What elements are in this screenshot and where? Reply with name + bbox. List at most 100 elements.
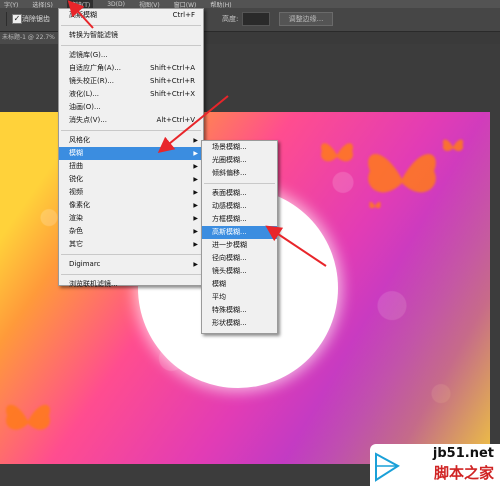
menu-bar: 字(Y) 选择(S) 滤镜(T) 3D(D) 视图(V) 窗口(W) 帮助(H)	[0, 0, 500, 8]
menubar-item[interactable]: 滤镜(T)	[66, 0, 94, 8]
menu-separator	[61, 25, 201, 26]
menu-item[interactable]: 方框模糊...	[202, 213, 277, 226]
menu-item-shortcut: Shift+Ctrl+A	[150, 64, 195, 72]
menu-item[interactable]: 液化(L)... Shift+Ctrl+X	[59, 88, 203, 101]
menu-item[interactable]: 风格化 ▶	[59, 134, 203, 147]
menu-item-label: 表面模糊...	[212, 189, 247, 197]
options-separator	[6, 12, 7, 26]
canvas-margin	[490, 112, 500, 464]
watermark: jb51.net 脚本之家	[370, 444, 500, 486]
height-label: 高度:	[222, 15, 239, 23]
menu-item-label: 镜头校正(R)...	[69, 77, 115, 85]
menu-item-label: 渲染	[69, 214, 83, 222]
menubar-item[interactable]: 字(Y)	[4, 0, 18, 9]
menu-item-label: 液化(L)...	[69, 90, 100, 98]
menu-item-label: 风格化	[69, 136, 90, 144]
butterfly-shape	[369, 201, 381, 209]
menu-item-label: 高斯模糊	[69, 11, 97, 19]
menu-item[interactable]: 特殊模糊...	[202, 304, 277, 317]
menu-item-label: 模糊	[69, 149, 83, 157]
watermark-site-name: 脚本之家	[433, 464, 494, 482]
menu-item[interactable]: 渲染 ▶	[59, 212, 203, 225]
menu-item[interactable]: 表面模糊...	[202, 187, 277, 200]
menu-item-label: 进一步模糊	[212, 241, 247, 249]
butterfly-shape	[6, 404, 50, 430]
menu-item[interactable]: 平均	[202, 291, 277, 304]
menu-item[interactable]: 场景模糊...	[202, 141, 277, 154]
menu-item-label: 特殊模糊...	[212, 306, 247, 314]
menu-separator	[204, 183, 275, 184]
menu-item[interactable]: 像素化 ▶	[59, 199, 203, 212]
menu-item[interactable]: 高斯模糊...	[202, 226, 277, 239]
menu-item-label: 浏览联机滤镜...	[69, 280, 118, 288]
menu-item[interactable]: 转换为智能滤镜	[59, 29, 203, 42]
menu-item[interactable]: 视频 ▶	[59, 186, 203, 199]
menu-separator	[61, 45, 201, 46]
menu-item-label: 自适应广角(A)...	[69, 64, 121, 72]
submenu-arrow-icon: ▶	[193, 189, 198, 196]
adjust-edge-button[interactable]: 调整边缘...	[279, 12, 333, 26]
butterfly-shape	[442, 139, 464, 151]
watermark-url: jb51.net	[432, 446, 494, 461]
menu-separator	[61, 274, 201, 275]
menu-item-label: 其它	[69, 240, 83, 248]
blur-submenu: 场景模糊... 光圈模糊... 倾斜偏移... 表面模糊... 动感模糊... 方框模糊.…	[201, 140, 278, 334]
menu-item[interactable]: 模糊	[202, 278, 277, 291]
menu-item-label: 模糊	[212, 280, 226, 288]
menu-item-label: 锐化	[69, 175, 83, 183]
submenu-arrow-icon: ▶	[193, 137, 198, 144]
menu-item[interactable]: 高斯模糊 Ctrl+F	[59, 9, 203, 22]
menu-item[interactable]: 扭曲 ▶	[59, 160, 203, 173]
menu-item[interactable]: 锐化 ▶	[59, 173, 203, 186]
menu-item[interactable]: 油画(O)...	[59, 101, 203, 114]
submenu-arrow-icon: ▶	[193, 176, 198, 183]
menu-item[interactable]: 其它 ▶	[59, 238, 203, 251]
menu-item[interactable]: 浏览联机滤镜...	[59, 278, 203, 291]
menu-item[interactable]: Digimarc ▶	[59, 258, 203, 271]
menubar-item[interactable]: 帮助(H)	[210, 0, 231, 9]
menubar-item[interactable]: 窗口(W)	[174, 0, 197, 9]
document-tab[interactable]: 未标题-1 @ 22.7%	[0, 32, 64, 44]
menu-item-label: Digimarc	[69, 260, 101, 268]
menu-item[interactable]: 镜头校正(R)... Shift+Ctrl+R	[59, 75, 203, 88]
menu-item[interactable]: 滤镜库(G)...	[59, 49, 203, 62]
menu-item-label: 转换为智能滤镜	[69, 31, 118, 39]
menu-item[interactable]: 镜头模糊...	[202, 265, 277, 278]
menu-separator	[61, 130, 201, 131]
menu-item[interactable]: 径向模糊...	[202, 252, 277, 265]
menu-item-shortcut: Shift+Ctrl+R	[150, 77, 195, 85]
anti-alias-label: 消除锯齿	[22, 15, 50, 23]
menu-item[interactable]: 消失点(V)... Alt+Ctrl+V	[59, 114, 203, 127]
submenu-arrow-icon: ▶	[193, 228, 198, 235]
menubar-item[interactable]: 视图(V)	[139, 0, 160, 9]
menu-item-label: 场景模糊...	[212, 143, 247, 151]
menu-item[interactable]: 自适应广角(A)... Shift+Ctrl+A	[59, 62, 203, 75]
submenu-arrow-icon: ▶	[193, 150, 198, 157]
menu-item[interactable]: 倾斜偏移...	[202, 167, 277, 180]
menu-item-label: 光圈模糊...	[212, 156, 247, 164]
menu-item[interactable]: 光圈模糊...	[202, 154, 277, 167]
menu-item[interactable]: 形状模糊...	[202, 317, 277, 330]
menu-item-shortcut: Ctrl+F	[172, 11, 195, 19]
menu-item-label: 径向模糊...	[212, 254, 247, 262]
submenu-arrow-icon: ▶	[193, 202, 198, 209]
submenu-arrow-icon: ▶	[193, 241, 198, 248]
menu-item-label: 消失点(V)...	[69, 116, 107, 124]
menu-item-label: 动感模糊...	[212, 202, 247, 210]
menubar-item[interactable]: 选择(S)	[32, 0, 53, 9]
menu-item-label: 扭曲	[69, 162, 83, 170]
anti-alias-checkbox[interactable]: ✓	[12, 14, 22, 24]
menu-item[interactable]: 进一步模糊	[202, 239, 277, 252]
menu-item-label: 高斯模糊...	[212, 228, 247, 236]
menu-item-label: 油画(O)...	[69, 103, 101, 111]
menubar-item[interactable]: 3D(D)	[107, 1, 125, 8]
butterfly-shape	[321, 143, 353, 162]
menu-item-label: 杂色	[69, 227, 83, 235]
submenu-arrow-icon: ▶	[193, 163, 198, 170]
height-input[interactable]	[242, 12, 270, 26]
menu-item-label: 方框模糊...	[212, 215, 247, 223]
menu-item-label: 视频	[69, 188, 83, 196]
menu-item[interactable]: 杂色 ▶	[59, 225, 203, 238]
menu-item[interactable]: 动感模糊...	[202, 200, 277, 213]
menu-item[interactable]: 模糊 ▶	[59, 147, 203, 160]
